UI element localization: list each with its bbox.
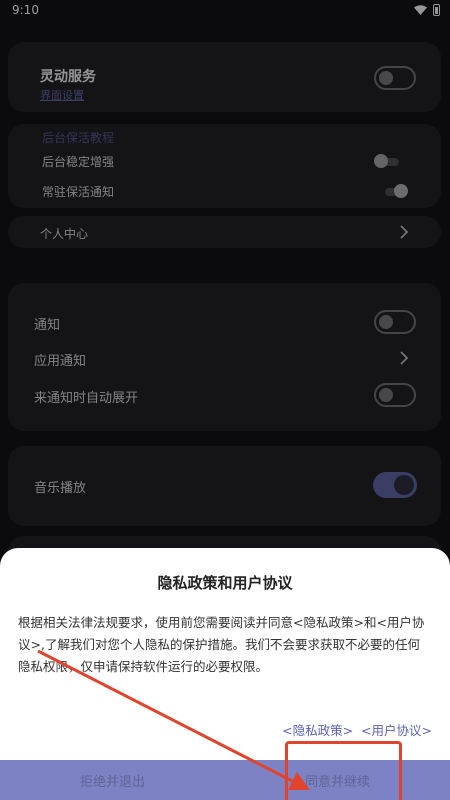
- status-bar: 9:10: [0, 0, 450, 22]
- accept-button[interactable]: 同意并继续: [225, 760, 450, 800]
- reject-button[interactable]: 拒绝并退出: [0, 760, 225, 800]
- auto-expand-toggle[interactable]: [374, 383, 416, 407]
- toggle-knob: [394, 475, 414, 495]
- music-card: 音乐播放: [8, 446, 441, 526]
- dialog-body: 根据相关法律法规要求，使用前您需要阅读并同意<隐私政策>和<用户协议>,了解我们…: [18, 615, 425, 674]
- status-icons: [414, 4, 440, 16]
- service-title: 灵动服务: [40, 69, 96, 85]
- service-card: 灵动服务 界面设置: [8, 42, 441, 112]
- stability-switch[interactable]: [374, 154, 400, 168]
- auto-expand-label: 来通知时自动展开: [34, 391, 139, 406]
- switch-knob: [394, 184, 408, 198]
- service-toggle[interactable]: [374, 66, 416, 90]
- keepalive-card: 后台保活教程 后台稳定增强 常驻保活通知: [8, 124, 441, 208]
- personal-center-card[interactable]: 个人中心: [8, 216, 441, 248]
- notification-card: 通知 应用通知 来通知时自动展开: [8, 283, 441, 431]
- notification-label: 通知: [34, 318, 61, 333]
- notification-toggle[interactable]: [374, 310, 416, 334]
- switch-knob: [374, 154, 388, 168]
- app-notification-row[interactable]: 应用通知: [8, 341, 441, 375]
- privacy-dialog: 隐私政策和用户协议 根据相关法律法规要求，使用前您需要阅读并同意<隐私政策>和<…: [0, 548, 450, 800]
- stability-label: 后台稳定增强: [42, 155, 115, 169]
- music-label: 音乐播放: [34, 481, 87, 496]
- chevron-right-icon: [400, 351, 409, 365]
- status-time: 9:10: [12, 3, 39, 17]
- chevron-right-icon: [400, 225, 409, 239]
- battery-icon: [433, 4, 440, 16]
- personal-center-label: 个人中心: [40, 227, 89, 241]
- privacy-policy-link[interactable]: <隐私政策>: [282, 720, 353, 739]
- toggle-knob: [379, 71, 393, 85]
- keepalive-tutorial-header[interactable]: 后台保活教程: [42, 129, 114, 146]
- music-toggle[interactable]: [373, 472, 417, 498]
- wifi-icon: [414, 5, 427, 15]
- screen: 9:10 灵动服务 界面设置 后台保活教程 后台稳定增强 常驻保活通知 个人中心: [0, 0, 450, 800]
- user-agreement-link[interactable]: <用户协议>: [361, 720, 432, 739]
- dialog-title: 隐私政策和用户协议: [157, 574, 293, 592]
- keepalive-notify-switch[interactable]: [382, 184, 408, 198]
- app-notification-label: 应用通知: [34, 354, 87, 369]
- toggle-knob: [379, 388, 393, 402]
- keepalive-notify-label: 常驻保活通知: [42, 185, 115, 199]
- dialog-actions: 拒绝并退出 同意并继续: [0, 760, 450, 800]
- ui-settings-link[interactable]: 界面设置: [40, 87, 84, 103]
- toggle-knob: [379, 315, 393, 329]
- dialog-links: <隐私政策> <用户协议>: [282, 720, 432, 739]
